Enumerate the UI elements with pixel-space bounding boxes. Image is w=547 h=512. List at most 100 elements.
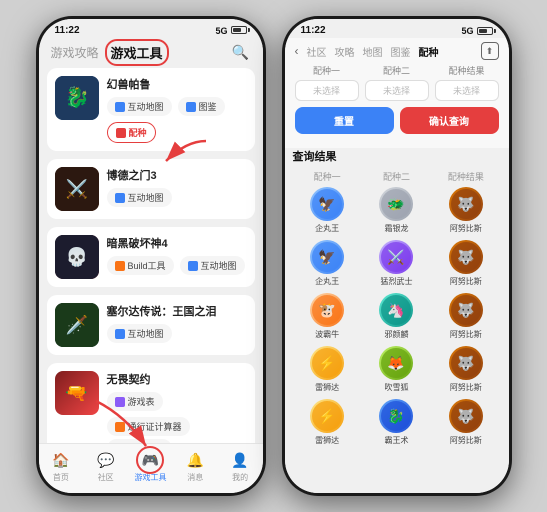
result-cell-3-2: 🦄 邪颜麟 — [362, 293, 431, 340]
breed-confirm-button[interactable]: 确认查询 — [400, 107, 499, 134]
tool-map-label-2: 互动地图 — [128, 191, 164, 204]
breed-col-title-2: 配种二 — [365, 64, 429, 77]
result-cell-5-3: 🐺 阿努比斯 — [431, 399, 500, 446]
wiki-icon-1 — [186, 102, 196, 112]
tool-breed-1[interactable]: 配种 — [107, 122, 156, 143]
messages-icon: 🔔 — [185, 450, 205, 470]
avatar-qiwan-1: 🦅 — [310, 187, 344, 221]
tool-map-2[interactable]: 互动地图 — [107, 188, 172, 207]
game-tools-3: Build工具 互动地图 — [107, 256, 247, 275]
search-button[interactable]: 🔍 — [231, 42, 251, 62]
avatar-shuang-1: 🐲 — [379, 187, 413, 221]
game-info-3: 暗黑破坏神4 Build工具 互动地图 — [107, 235, 247, 275]
game-info-4: 塞尔达传说：王国之泪 互动地图 — [107, 303, 247, 343]
status-bar-right: 11:22 5G — [285, 19, 509, 38]
game-item-3: 💀 暗黑破坏神4 Build工具 互动地图 — [47, 227, 255, 287]
result-cell-3-3: 🐺 阿努比斯 — [431, 293, 500, 340]
name-anubis-2: 阿努比斯 — [450, 276, 482, 287]
map-icon-4 — [115, 329, 125, 339]
game-item-2: ⚔️ 博德之门3 互动地图 — [47, 159, 255, 219]
tool-map-4[interactable]: 互动地图 — [107, 324, 172, 343]
result-cell-2-2: ⚔️ 猛烈武士 — [362, 240, 431, 287]
avatar-chuixue-4: 🦊 — [379, 346, 413, 380]
breed-select-2[interactable]: 未选择 — [365, 80, 429, 101]
nav-home[interactable]: 🏠 首页 — [42, 450, 80, 483]
tab-guides[interactable]: 游戏攻略 — [51, 44, 99, 61]
game-tools-1: 互动地图 图鉴 配种 — [107, 97, 247, 143]
tool-map-3[interactable]: 互动地图 — [180, 256, 245, 275]
tool-pass-5[interactable]: 通行证计算器 — [107, 417, 190, 436]
tool-agent-5[interactable]: 游戏表 — [107, 392, 163, 411]
results-section: 查询结果 配种一 配种二 配种结果 🦅 企丸王 🐲 霜银龙 — [285, 148, 509, 493]
svg-text:🐺: 🐺 — [457, 302, 475, 319]
agent-icon-5 — [115, 397, 125, 407]
tools-icon: 🎮 — [140, 450, 160, 470]
map-icon-2 — [115, 193, 125, 203]
nav-guide-r[interactable]: 攻略 — [335, 44, 355, 59]
nav-profile-label: 我的 — [232, 472, 248, 483]
tool-wiki-1[interactable]: 图鉴 — [178, 97, 225, 116]
tool-build-label-3: Build工具 — [128, 259, 166, 272]
map-icon-1 — [115, 102, 125, 112]
breed-selectors: 配种一 未选择 配种二 未选择 配种结果 未选择 — [295, 64, 499, 101]
battery-right — [477, 27, 493, 35]
game-tools-4: 互动地图 — [107, 324, 247, 343]
pass-icon-5 — [115, 422, 125, 432]
nav-highlight — [136, 446, 164, 474]
nav-profile[interactable]: 👤 我的 — [221, 450, 259, 483]
nav-home-label: 首页 — [53, 472, 69, 483]
tool-wiki-label-1: 图鉴 — [199, 100, 217, 113]
nav-map-r[interactable]: 地图 — [363, 44, 383, 59]
nav-messages[interactable]: 🔔 消息 — [176, 450, 214, 483]
result-row-2: 🦅 企丸王 ⚔️ 猛烈武士 🐺 阿努比斯 — [293, 240, 501, 287]
time-left: 11:22 — [55, 25, 80, 36]
avatar-anubis-3: 🐺 — [449, 293, 483, 327]
name-wushi-2: 猛烈武士 — [380, 276, 412, 287]
share-button-right[interactable]: ⬆ — [481, 42, 499, 60]
game-tools-2: 互动地图 — [107, 188, 247, 207]
nav-breed-r[interactable]: 配种 — [419, 44, 439, 59]
app-header-right: ‹ 社区 攻略 地图 图鉴 配种 ⬆ 配种一 未选择 配种二 未选择 — [285, 38, 509, 148]
nav-tools[interactable]: 🎮 游戏工具 — [131, 450, 169, 483]
result-cell-1-3: 🐺 阿努比斯 — [431, 187, 500, 234]
game-item-4: 🗡️ 塞尔达传说：王国之泪 互动地图 — [47, 295, 255, 355]
breed-select-1[interactable]: 未选择 — [295, 80, 359, 101]
svg-text:🐺: 🐺 — [457, 408, 475, 425]
name-chuixue-4: 吹雪狐 — [384, 382, 408, 393]
avatar-xieyan-3: 🦄 — [379, 293, 413, 327]
result-cell-4-1: ⚡ 雷狮达 — [293, 346, 362, 393]
game-list: 🐉 幻兽帕鲁 互动地图 图鉴 — [39, 68, 263, 443]
nav-wiki-r[interactable]: 图鉴 — [391, 44, 411, 59]
svg-text:🐺: 🐺 — [457, 249, 475, 266]
app-header-left: 游戏攻略 游戏工具 🔍 — [39, 38, 263, 68]
tool-build-3[interactable]: Build工具 — [107, 256, 174, 275]
svg-text:🦅: 🦅 — [318, 195, 335, 213]
game-item-5: 🔫 无畏契约 游戏表 通行证计算器 — [47, 363, 255, 443]
nav-tabs-right: ‹ 社区 攻略 地图 图鉴 配种 ⬆ — [295, 42, 499, 60]
tool-map-1[interactable]: 互动地图 — [107, 97, 172, 116]
tab-row: 游戏攻略 游戏工具 — [51, 43, 163, 62]
breed-col-1: 配种一 未选择 — [295, 64, 359, 101]
build-icon-3 — [115, 261, 125, 271]
result-cell-4-2: 🦊 吹雪狐 — [362, 346, 431, 393]
nav-community-r[interactable]: 社区 — [307, 44, 327, 59]
game-info-5: 无畏契约 游戏表 通行证计算器 — [107, 371, 247, 443]
game-title-4: 塞尔达传说：王国之泪 — [107, 303, 247, 319]
game-tools-5: 游戏表 通行证计算器 — [107, 392, 247, 436]
result-cell-2-3: 🐺 阿努比斯 — [431, 240, 500, 287]
avatar-qiwan-2: 🦅 — [310, 240, 344, 274]
svg-text:🦊: 🦊 — [388, 355, 405, 371]
nav-messages-label: 消息 — [187, 472, 203, 483]
back-arrow-right[interactable]: ‹ — [295, 44, 299, 58]
avatar-bawang-5: 🐉 — [379, 399, 413, 433]
svg-text:🐲: 🐲 — [388, 196, 405, 212]
result-cell-5-2: 🐉 霸王术 — [362, 399, 431, 446]
name-anubis-4: 阿努比斯 — [450, 382, 482, 393]
tab-tools[interactable]: 游戏工具 — [111, 43, 163, 62]
nav-community[interactable]: 💬 社区 — [87, 450, 125, 483]
breed-select-3[interactable]: 未选择 — [435, 80, 499, 101]
name-anubis-1: 阿努比斯 — [450, 223, 482, 234]
breed-reset-button[interactable]: 重置 — [295, 107, 394, 134]
name-xieyan-3: 邪颜麟 — [384, 329, 408, 340]
highlight-tools: 游戏工具 — [111, 43, 163, 62]
